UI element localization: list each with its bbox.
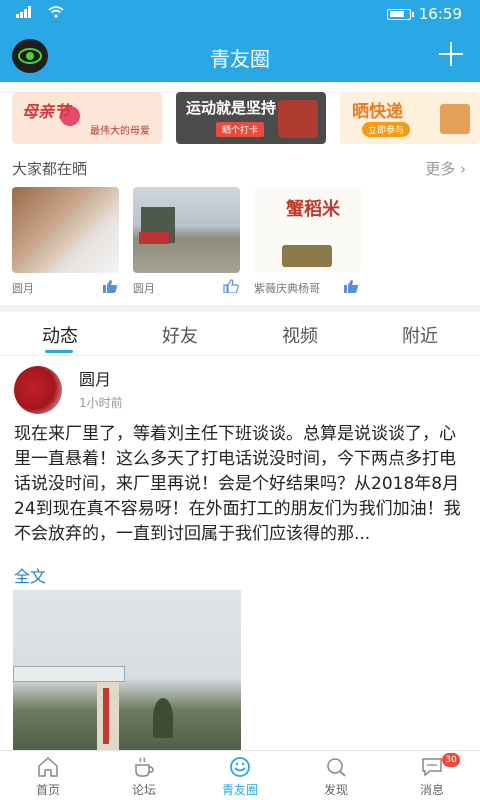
nav-discover[interactable]: 发现: [288, 751, 384, 800]
share-thumbnail[interactable]: 蟹稻米: [254, 187, 361, 273]
more-label: 更多: [425, 160, 456, 178]
chat-icon: [422, 758, 442, 777]
avatar[interactable]: [14, 366, 62, 414]
signal-wifi-indicators: [16, 6, 64, 22]
post-text: 现在来厂里了，等着刘主任下班谈谈。总算是说谈谈了，心里一直悬着！这么多天了打电话…: [14, 424, 461, 544]
message-count-badge: 30: [442, 753, 460, 767]
full-text-link[interactable]: 全文: [14, 563, 46, 587]
tab-video[interactable]: 视频: [260, 322, 340, 348]
signal-icon: [16, 6, 42, 22]
share-author: 圆月: [133, 282, 155, 295]
runner-image: [278, 100, 318, 138]
tab-dynamic[interactable]: 动态: [20, 322, 100, 348]
page-title: 青友圈: [210, 47, 270, 71]
rice-bag-image: [282, 245, 332, 267]
product-title: 蟹稻米: [286, 199, 340, 220]
home-icon: [38, 756, 58, 777]
nav-home[interactable]: 首页: [0, 751, 96, 800]
nav-label: 论坛: [131, 783, 156, 797]
feed-tabs: 动态 好友 视频 附近: [0, 312, 480, 356]
banner-carousel: 母亲节 最伟大的母爱 运动就是坚持 晒个打卡 晒快递 立即参与: [0, 82, 480, 152]
banner-title: 晒快递: [352, 102, 403, 122]
more-link[interactable]: 更多 ›: [425, 158, 466, 179]
nav-messages[interactable]: 30 消息: [384, 751, 480, 800]
exercise-banner[interactable]: 运动就是坚持 晒个打卡: [176, 92, 326, 144]
like-icon[interactable]: [102, 278, 118, 293]
smile-icon: [230, 757, 250, 777]
package-image: [440, 104, 470, 134]
share-thumbnail[interactable]: [133, 187, 240, 273]
like-icon[interactable]: [223, 278, 239, 294]
post-time: 1小时前: [79, 396, 123, 410]
status-bar: 16:59: [0, 0, 480, 30]
mothers-day-banner[interactable]: 母亲节 最伟大的母爱: [12, 92, 162, 144]
tab-friends[interactable]: 好友: [140, 322, 220, 348]
banner-tag: 晒个打卡: [216, 122, 265, 137]
share-author: 紫薇庆典杨哥: [254, 282, 320, 295]
like-icon[interactable]: [343, 278, 359, 293]
bottom-nav: 首页 论坛 青友圈 发现 30 消息: [0, 750, 480, 800]
nav-forum[interactable]: 论坛: [96, 751, 192, 800]
wifi-icon: [48, 6, 64, 22]
delivery-banner[interactable]: 晒快递 立即参与: [340, 92, 480, 144]
add-post-button[interactable]: [436, 39, 466, 69]
share-thumbnail[interactable]: [12, 187, 119, 273]
app-bar: 青友圈: [0, 30, 480, 82]
banner-subtitle: 最伟大的母爱: [90, 126, 150, 137]
coffee-icon: [135, 757, 154, 777]
share-section: 大家都在晒 更多 › 蟹稻米 圆月 圆月 紫薇庆典杨哥: [0, 152, 480, 305]
nav-circle[interactable]: 青友圈: [192, 751, 288, 800]
battery-icon: [386, 8, 414, 20]
feed-post: 圆月 1小时前 现在来厂里了，等着刘主任下班谈谈。总算是说谈谈了，心里一直悬着！…: [0, 356, 480, 750]
chevron-right-icon: ›: [455, 160, 466, 178]
share-author: 圆月: [12, 282, 34, 295]
post-image[interactable]: [13, 590, 241, 750]
tab-nearby[interactable]: 附近: [380, 322, 460, 348]
tab-indicator: [45, 350, 73, 353]
nav-label: 消息: [419, 783, 444, 797]
banner-title: 运动就是坚持: [186, 99, 277, 117]
banner-tag: 立即参与: [362, 122, 411, 137]
post-username[interactable]: 圆月: [79, 366, 111, 390]
search-icon: [327, 758, 346, 777]
banner-title: 母亲节: [22, 102, 71, 121]
status-time: 16:59: [418, 5, 462, 23]
section-title: 大家都在晒: [12, 160, 88, 178]
nav-label: 发现: [323, 783, 348, 797]
nav-label: 首页: [35, 783, 60, 797]
nav-label: 青友圈: [221, 783, 258, 797]
